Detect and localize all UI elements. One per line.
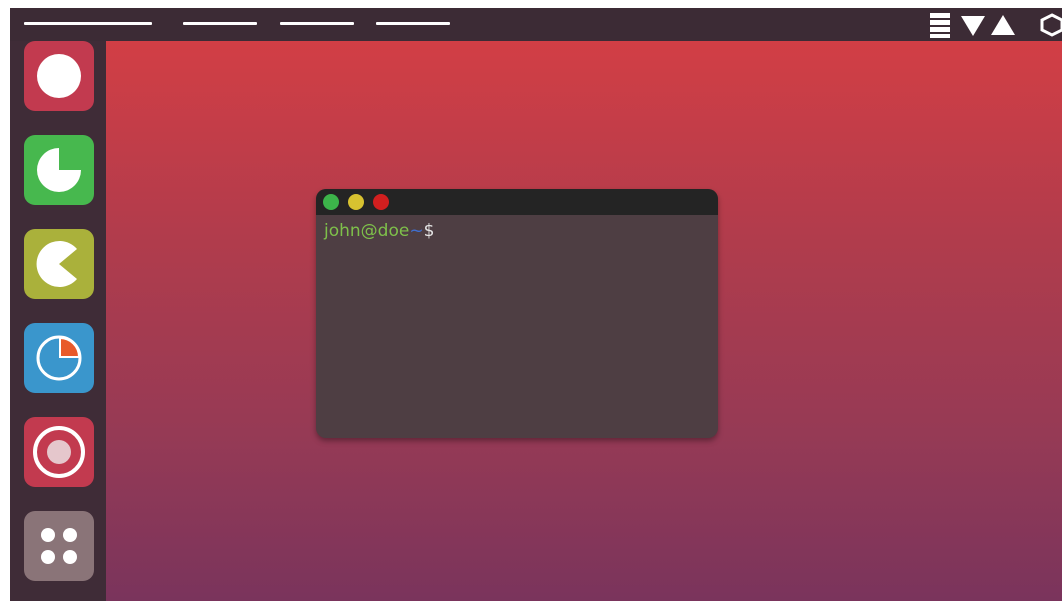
menu-activities[interactable]	[24, 22, 152, 25]
terminal-titlebar[interactable]	[316, 189, 718, 215]
pie-three-quarter-icon	[37, 148, 81, 192]
dock-app-green-pie[interactable]	[24, 135, 94, 205]
menu-item-2[interactable]	[280, 22, 354, 25]
terminal-body[interactable]: john@doe~$	[316, 215, 718, 438]
dock-app-blue-chart[interactable]	[24, 323, 94, 393]
pacman-icon	[36, 241, 77, 287]
prompt-sigil: $	[423, 221, 435, 241]
menu-item-3[interactable]	[376, 22, 450, 25]
desktop-screen: john@doe~$	[10, 8, 1062, 601]
minimize-button[interactable]	[348, 194, 364, 210]
dock-app-grid[interactable]	[24, 511, 94, 581]
target-icon	[33, 426, 85, 478]
volume-down-icon[interactable]	[960, 12, 986, 38]
storage-icon[interactable]	[928, 12, 952, 38]
volume-up-icon[interactable]	[990, 12, 1016, 38]
settings-icon[interactable]	[1040, 12, 1062, 38]
circle-icon	[37, 54, 81, 98]
desktop-background: john@doe~$	[106, 41, 1062, 601]
four-dots-icon	[41, 528, 77, 564]
dock	[10, 41, 106, 601]
dock-app-white-circle[interactable]	[24, 41, 94, 111]
dock-app-rings[interactable]	[24, 417, 94, 487]
close-button[interactable]	[323, 194, 339, 210]
prompt-path: ~	[409, 221, 424, 241]
prompt-user: john@doe	[324, 221, 410, 241]
terminal-window[interactable]: john@doe~$	[316, 189, 718, 438]
pie-chart-icon	[36, 335, 82, 381]
maximize-button[interactable]	[373, 194, 389, 210]
top-bar	[10, 8, 1062, 41]
dock-app-olive-pacman[interactable]	[24, 229, 94, 299]
menu-item-1[interactable]	[183, 22, 257, 25]
